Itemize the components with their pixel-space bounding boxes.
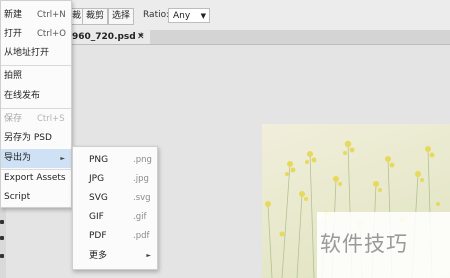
crop-button[interactable]: 裁剪 <box>82 8 109 25</box>
ratio-label: Ratio: <box>143 10 170 20</box>
export-format-label: SVG <box>89 193 108 203</box>
menu-item-label: Script <box>4 192 31 202</box>
export-format-ext: .gif <box>133 212 147 222</box>
export-format-label: 更多 <box>89 251 108 261</box>
export-format-label: JPG <box>89 174 105 184</box>
watermark-text: 软件技巧 <box>320 232 408 256</box>
menu-item-open[interactable]: 打开 Ctrl+O <box>1 25 71 44</box>
eraser-tool-icon[interactable] <box>0 236 4 240</box>
menu-separator <box>1 108 71 109</box>
menu-item-label: 导出为 <box>4 153 32 163</box>
menu-item-label: 打开 <box>4 29 23 39</box>
menu-item-shortcut: Ctrl+S <box>37 114 65 124</box>
export-format-ext: .pdf <box>133 231 150 241</box>
menu-item-save-as-psd[interactable]: 另存为 PSD <box>1 129 71 148</box>
menu-item-new[interactable]: 新建 Ctrl+N <box>1 6 71 25</box>
menu-item-label: 保存 <box>4 114 23 124</box>
ratio-dropdown[interactable]: Any ▼ <box>168 8 210 23</box>
submenu-arrow-icon: ► <box>60 155 65 162</box>
export-svg-item[interactable]: SVG .svg <box>73 188 157 208</box>
menu-item-export-as[interactable]: 导出为 ► <box>1 149 71 168</box>
document-tab-title: 960_720.psd * <box>72 32 144 42</box>
close-icon[interactable]: ✕ <box>137 30 145 44</box>
pen-tool-icon[interactable] <box>0 220 4 224</box>
menu-item-label: 新建 <box>4 10 23 20</box>
export-format-label: PNG <box>89 155 109 165</box>
menu-item-label: 在线发布 <box>4 91 41 101</box>
menu-item-script[interactable]: Script <box>1 188 71 207</box>
menu-item-save: 保存 Ctrl+S <box>1 110 71 129</box>
export-png-item[interactable]: PNG .png <box>73 150 157 170</box>
file-menu: 新建 Ctrl+N 打开 Ctrl+O 从地址打开 拍照 在线发布 保存 Ctr… <box>0 0 72 208</box>
menu-item-shortcut: Ctrl+N <box>37 10 66 20</box>
menu-separator <box>1 65 71 66</box>
export-format-label: GIF <box>89 212 104 222</box>
menu-item-shortcut: Ctrl+O <box>37 29 66 39</box>
ratio-value: Any <box>173 11 191 21</box>
fill-tool-icon[interactable] <box>0 254 4 258</box>
export-jpg-item[interactable]: JPG .jpg <box>73 169 157 189</box>
select-button[interactable]: 选择 <box>108 8 135 25</box>
menu-item-label: 拍照 <box>4 71 23 81</box>
export-gif-item[interactable]: GIF .gif <box>73 207 157 227</box>
menu-item-open-from-url[interactable]: 从地址打开 <box>1 44 71 63</box>
menu-item-export-assets[interactable]: Export Assets <box>1 169 71 188</box>
export-pdf-item[interactable]: PDF .pdf <box>73 226 157 246</box>
export-more-item[interactable]: 更多 ► <box>73 246 157 266</box>
menu-item-label: 从地址打开 <box>4 48 50 58</box>
chevron-down-icon: ▼ <box>200 12 206 20</box>
export-format-label: PDF <box>89 231 107 241</box>
menu-item-publish-online[interactable]: 在线发布 <box>1 87 71 106</box>
menu-item-label: Export Assets <box>4 173 66 183</box>
export-format-ext: .jpg <box>133 174 149 184</box>
menu-item-take-photo[interactable]: 拍照 <box>1 67 71 86</box>
export-submenu: PNG .png JPG .jpg SVG .svg GIF .gif PDF … <box>72 146 158 270</box>
menu-item-label: 另存为 PSD <box>4 133 52 143</box>
export-format-ext: .svg <box>133 193 151 203</box>
export-format-ext: .png <box>133 155 152 165</box>
submenu-arrow-icon: ► <box>146 252 151 259</box>
